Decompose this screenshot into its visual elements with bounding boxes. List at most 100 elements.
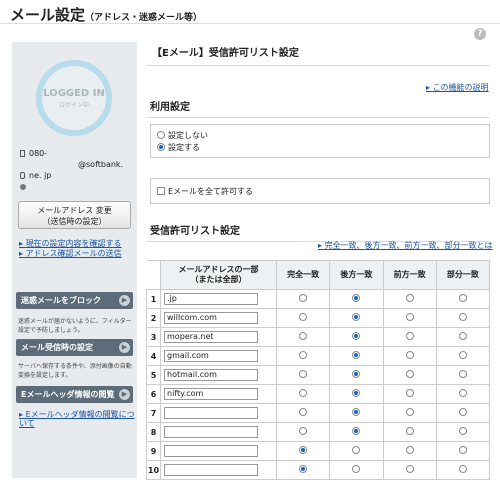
exact-radio[interactable] xyxy=(299,370,308,378)
badge-main-text: LOGGED IN xyxy=(43,88,105,99)
exact-radio[interactable] xyxy=(299,446,308,454)
option-on-label: 設定する xyxy=(168,142,200,152)
suffix-radio[interactable] xyxy=(352,332,361,340)
prefix-radio[interactable] xyxy=(405,389,414,397)
receive-settings-label: メール受信時の設定 xyxy=(21,343,93,352)
prefix-cell xyxy=(382,308,437,328)
exact-cell xyxy=(275,308,331,328)
suffix-radio[interactable] xyxy=(352,294,361,302)
exact-radio[interactable] xyxy=(299,465,308,473)
row-number: 1 xyxy=(146,289,161,309)
prefix-cell xyxy=(382,441,437,461)
exact-radio[interactable] xyxy=(299,408,308,416)
block-spam-desc: 迷惑メールが届かないように、フィルター設定で予防しましょう。 xyxy=(18,318,132,334)
address-input[interactable]: mopera.net xyxy=(164,331,258,343)
suffix-radio[interactable] xyxy=(352,427,361,435)
prefix-radio[interactable] xyxy=(405,313,414,321)
suffix-radio[interactable] xyxy=(352,313,361,321)
header-info-button[interactable]: Eメールヘッダ情報の閲覧 ▶ xyxy=(16,386,133,403)
table-header: メールアドレスの一部 （または全部） 完全一致 後方一致 前方一致 部分一致 xyxy=(146,260,491,290)
suffix-radio[interactable] xyxy=(352,408,361,416)
address-input[interactable] xyxy=(164,426,258,438)
partial-cell xyxy=(435,346,491,366)
change-address-sublabel: （送信時の設定） xyxy=(42,217,107,226)
row-number: 3 xyxy=(146,327,161,347)
prefix-radio[interactable] xyxy=(405,427,414,435)
row-number: 6 xyxy=(146,384,161,404)
partial-radio[interactable] xyxy=(458,313,467,321)
partial-radio[interactable] xyxy=(458,389,467,397)
prefix-radio[interactable] xyxy=(405,408,414,416)
suffix-radio[interactable] xyxy=(352,351,361,359)
page-subtitle: （アドレス・迷惑メール等） xyxy=(85,13,203,23)
prefix-radio[interactable] xyxy=(405,465,414,473)
allow-all-option[interactable]: Eメールを全て許可する xyxy=(157,185,489,197)
partial-radio[interactable] xyxy=(458,332,467,340)
address-input[interactable]: hotmail.com xyxy=(164,369,258,381)
prefix-radio[interactable] xyxy=(405,294,414,302)
suffix-radio[interactable] xyxy=(352,370,361,378)
change-address-button[interactable]: メールアドレス 変更 （送信時の設定） xyxy=(18,201,131,229)
receive-settings-button[interactable]: メール受信時の設定 ▶ xyxy=(16,339,133,356)
partial-cell xyxy=(435,441,491,461)
option-on[interactable]: 設定する xyxy=(157,141,489,153)
exact-radio[interactable] xyxy=(299,427,308,435)
address-input[interactable]: gmail.com xyxy=(164,350,258,362)
address-input[interactable] xyxy=(164,445,258,457)
prefix-radio[interactable] xyxy=(405,332,414,340)
suffix-cell xyxy=(329,327,384,347)
header-info-link[interactable]: Eメールヘッダ情報の閲覧について xyxy=(19,410,135,428)
block-spam-button[interactable]: 迷惑メールをブロック ▶ xyxy=(16,292,133,309)
allow-list-table: メールアドレスの一部 （または全部） 完全一致 後方一致 前方一致 部分一致 1… xyxy=(146,260,491,480)
suffix-radio[interactable] xyxy=(352,446,361,454)
list-title: 受信許可リスト設定 xyxy=(146,222,490,242)
address-input[interactable]: nifty.com xyxy=(164,388,258,400)
radio-off[interactable] xyxy=(157,131,165,139)
partial-cell xyxy=(435,327,491,347)
address-input[interactable]: .jp xyxy=(164,293,258,305)
table-row: 6 nifty.com xyxy=(146,384,491,404)
allow-all-checkbox[interactable] xyxy=(157,187,165,195)
check-settings-link[interactable]: 現在の設定内容を確認する xyxy=(19,239,135,248)
send-confirm-mail-link[interactable]: アドレス確認メールの送信 xyxy=(19,249,135,258)
suffix-radio[interactable] xyxy=(352,465,361,473)
partial-radio[interactable] xyxy=(458,408,467,416)
address-cell xyxy=(160,422,277,442)
partial-radio[interactable] xyxy=(458,294,467,302)
exact-cell xyxy=(275,346,331,366)
help-icon[interactable]: ? xyxy=(474,28,486,40)
partial-radio[interactable] xyxy=(458,351,467,359)
exact-radio[interactable] xyxy=(299,332,308,340)
radio-on[interactable] xyxy=(157,143,165,151)
prefix-radio[interactable] xyxy=(405,370,414,378)
chevron-right-icon: ▶ xyxy=(119,342,130,353)
address-input[interactable]: willcom.com xyxy=(164,312,258,324)
exact-radio[interactable] xyxy=(299,294,308,302)
address-cell: nifty.com xyxy=(160,384,277,404)
match-types-link[interactable]: ▸ 完全一致、後方一致、前方一致、部分一致とは xyxy=(318,240,493,251)
address-cell: willcom.com xyxy=(160,308,277,328)
address-input[interactable] xyxy=(164,464,258,476)
prefix-cell xyxy=(382,460,437,480)
row-number: 4 xyxy=(146,346,161,366)
exact-radio[interactable] xyxy=(299,351,308,359)
row-number: 2 xyxy=(146,308,161,328)
suffix-radio[interactable] xyxy=(352,389,361,397)
partial-radio[interactable] xyxy=(458,427,467,435)
exact-radio[interactable] xyxy=(299,389,308,397)
table-body: 1 .jp 2 willcom.com 3 mopera.net 4 gmail.com 5 ho… xyxy=(146,289,491,480)
table-row: 7 xyxy=(146,403,491,423)
address-cell xyxy=(160,460,277,480)
option-off[interactable]: 設定しない xyxy=(157,129,489,141)
address-input[interactable] xyxy=(164,407,258,419)
prefix-radio[interactable] xyxy=(405,351,414,359)
exact-radio[interactable] xyxy=(299,313,308,321)
partial-radio[interactable] xyxy=(458,370,467,378)
partial-radio[interactable] xyxy=(458,465,467,473)
address-cell: hotmail.com xyxy=(160,365,277,385)
help-link[interactable]: ▸ この機能の説明 xyxy=(426,82,489,93)
prefix-radio[interactable] xyxy=(405,446,414,454)
partial-radio[interactable] xyxy=(458,446,467,454)
suffix-cell xyxy=(329,365,384,385)
sidebar: LOGGED IN ログイン中 080- @softbank. ne. jp メ… xyxy=(12,42,137,478)
